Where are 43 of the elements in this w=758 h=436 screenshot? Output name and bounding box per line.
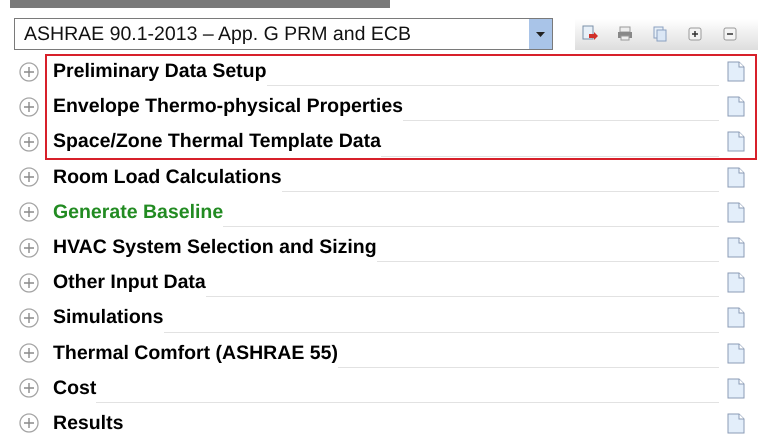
document-icon[interactable] — [727, 202, 745, 223]
document-icon[interactable] — [727, 96, 745, 118]
section-label[interactable]: Cost — [53, 376, 96, 400]
export-icon[interactable] — [581, 25, 599, 43]
section-label[interactable]: Envelope Thermo-physical Properties — [53, 95, 404, 118]
standard-dropdown[interactable]: ASHRAE 90.1-2013 – App. G PRM and ECB — [14, 18, 553, 50]
copy-icon[interactable] — [651, 25, 669, 43]
section-label[interactable]: Room Load Calculations — [53, 166, 282, 189]
document-icon[interactable] — [727, 272, 745, 294]
expand-icon[interactable] — [19, 62, 39, 82]
section-label[interactable]: Simulations — [53, 306, 164, 330]
dropdown-value: ASHRAE 90.1-2013 – App. G PRM and ECB — [23, 22, 412, 47]
caret-icon — [536, 32, 545, 36]
dropdown-button[interactable] — [529, 19, 552, 49]
expand-icon[interactable] — [19, 378, 39, 398]
expand-icon[interactable] — [19, 413, 39, 434]
section-label[interactable]: Space/Zone Thermal Template Data — [53, 130, 381, 154]
document-icon[interactable] — [727, 61, 745, 82]
expand-icon[interactable] — [19, 343, 39, 364]
document-icon[interactable] — [727, 237, 745, 258]
collapse-all-icon[interactable] — [721, 25, 739, 43]
document-icon[interactable] — [727, 307, 745, 328]
section-label[interactable]: Preliminary Data Setup — [53, 60, 266, 84]
scroll-bar[interactable] — [10, 0, 390, 8]
expand-icon[interactable] — [19, 167, 39, 188]
document-icon[interactable] — [727, 131, 745, 152]
document-icon[interactable] — [727, 166, 745, 188]
document-icon[interactable] — [727, 378, 745, 399]
printer-icon[interactable] — [616, 25, 634, 43]
expand-icon[interactable] — [19, 308, 39, 328]
document-icon[interactable] — [727, 342, 745, 364]
expand-icon[interactable] — [19, 272, 39, 293]
section-label[interactable]: Generate Baseline — [53, 200, 224, 224]
expand-all-icon[interactable] — [686, 25, 704, 43]
section-label[interactable]: Results — [53, 412, 124, 435]
expand-icon[interactable] — [19, 96, 39, 117]
section-label[interactable]: Thermal Comfort (ASHRAE 55) — [53, 342, 338, 365]
document-icon[interactable] — [727, 412, 745, 434]
section-label[interactable]: Other Input Data — [53, 271, 206, 294]
expand-icon[interactable] — [19, 238, 39, 258]
section-label[interactable]: HVAC System Selection and Sizing — [53, 236, 377, 260]
expand-icon[interactable] — [19, 202, 39, 222]
expand-icon[interactable] — [19, 132, 39, 152]
